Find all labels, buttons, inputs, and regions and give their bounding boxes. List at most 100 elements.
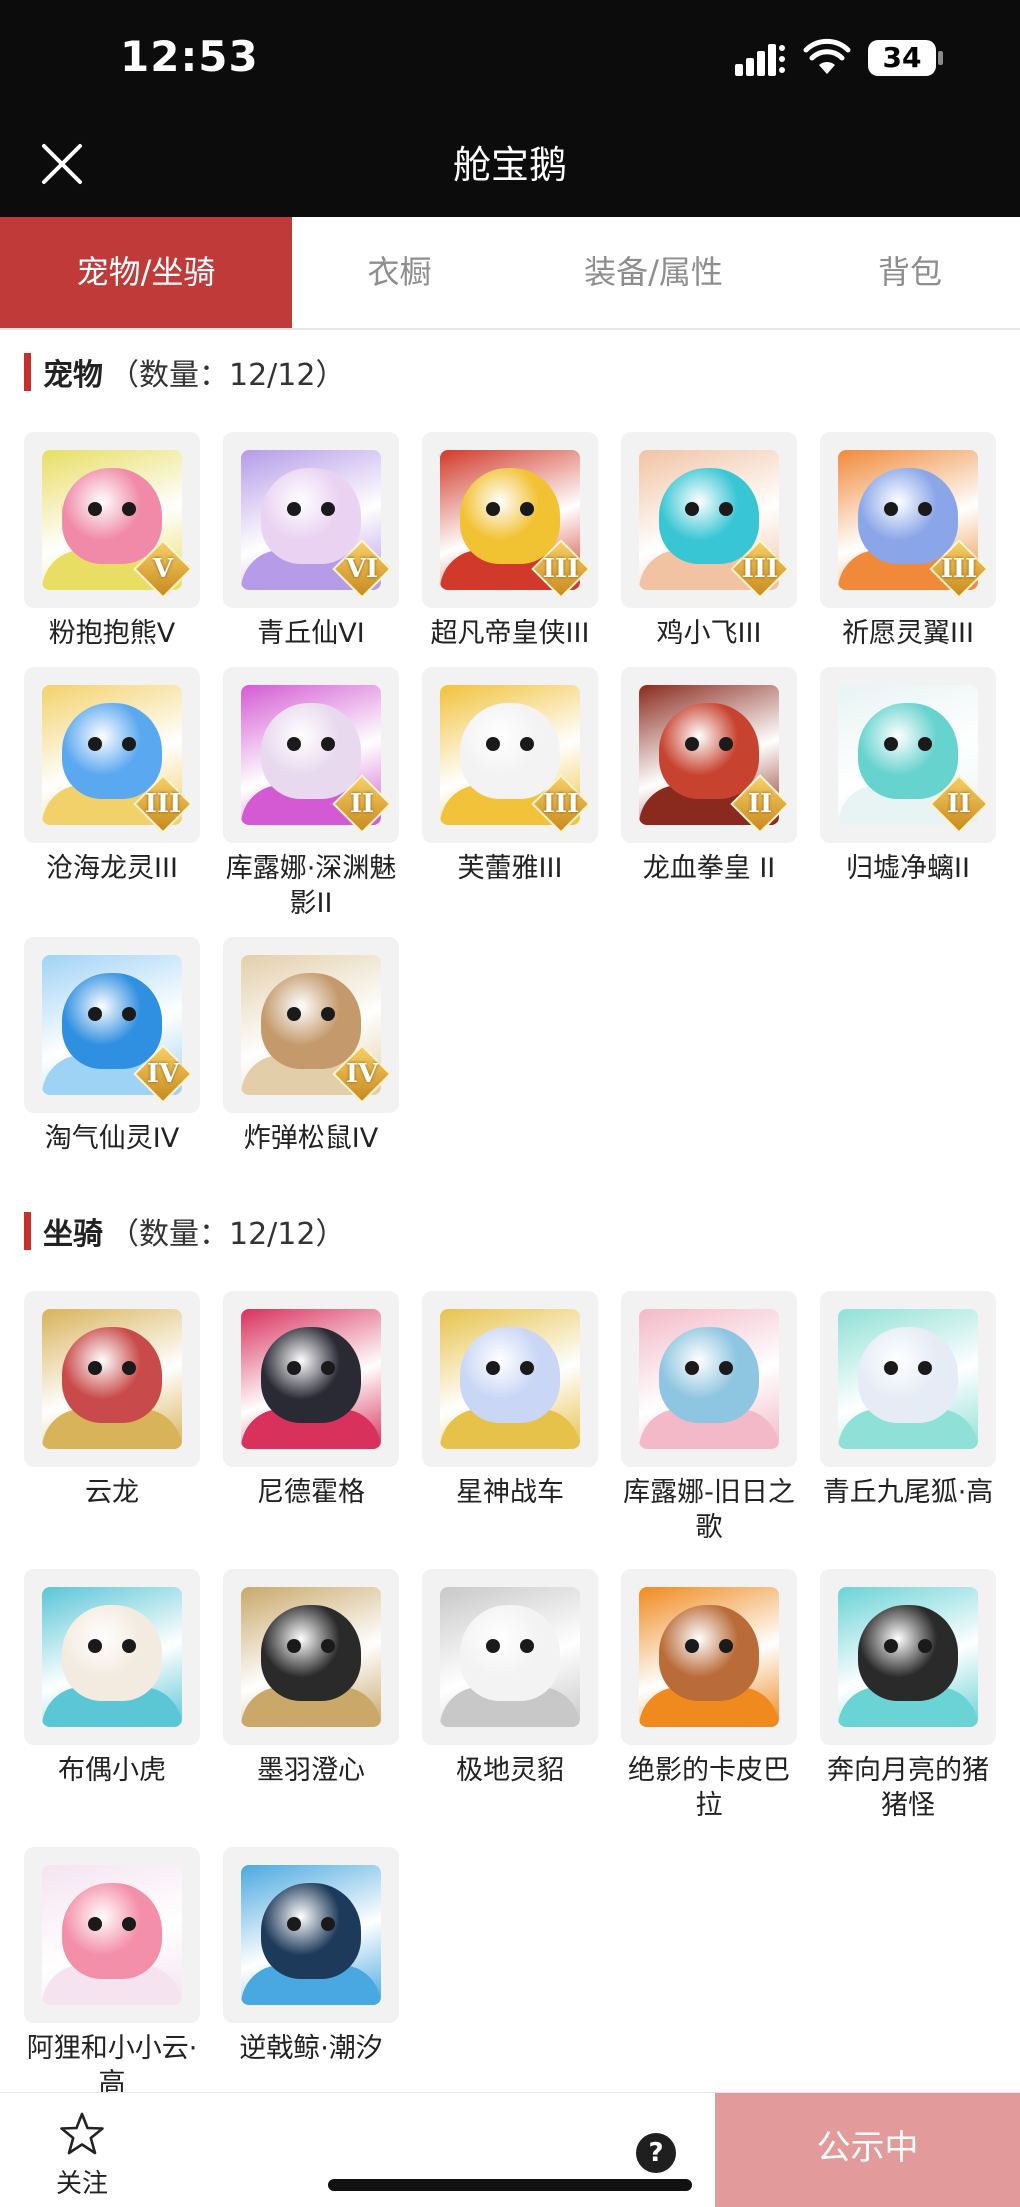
capybara-icon (639, 1587, 779, 1727)
item-thumbnail (621, 1291, 797, 1467)
feather-staff-icon (241, 1587, 381, 1727)
item-name: 归墟净螭II (846, 853, 970, 884)
mount-card[interactable]: 墨羽澄心 (223, 1569, 399, 1823)
mount-card[interactable]: 库露娜-旧日之歌 (621, 1291, 797, 1545)
pet-card[interactable]: II 库露娜·深渊魅影II (223, 667, 399, 921)
section-accent-bar (24, 1212, 31, 1250)
item-name: 布偶小虎 (58, 1755, 166, 1786)
pet-card[interactable]: III 沧海龙灵III (24, 667, 200, 921)
item-name: 龙血拳皇 II (642, 853, 776, 884)
item-thumbnail: III (621, 432, 797, 608)
item-thumbnail: V (24, 432, 200, 608)
tier-badge: III (531, 539, 591, 599)
pet-card[interactable]: V 粉抱抱熊Ⅴ (24, 432, 200, 651)
section-title: 坐骑 (43, 1217, 103, 1252)
item-thumbnail (24, 1291, 200, 1467)
wifi-icon (803, 38, 851, 74)
follow-button[interactable]: 关注 (40, 2105, 124, 2201)
item-name: 星神战车 (456, 1477, 564, 1508)
section-count: （数量：12/12） (109, 358, 346, 393)
pet-card[interactable]: IV 淘气仙灵IV (24, 937, 200, 1156)
item-name: 鸡小飞III (656, 618, 762, 649)
pet-card[interactable]: II 归墟净螭II (820, 667, 996, 921)
item-name: 青丘九尾狐·高 (822, 1477, 994, 1508)
kuluna-song-icon (639, 1309, 779, 1449)
item-thumbnail (24, 1847, 200, 2023)
page-title: 舱宝鹅 (452, 143, 567, 187)
mount-card[interactable]: 阿狸和小小云·高 (24, 1847, 200, 2101)
mounts-section-header: 坐骑 （数量：12/12） (24, 1211, 345, 1252)
item-thumbnail: III (24, 667, 200, 843)
tab-pets-mounts[interactable]: 宠物/坐骑 (0, 217, 292, 328)
item-thumbnail (223, 1291, 399, 1467)
mount-card[interactable]: 布偶小虎 (24, 1569, 200, 1823)
item-thumbnail: VI (223, 432, 399, 608)
pet-card[interactable]: III 鸡小飞III (621, 432, 797, 651)
mount-card[interactable]: 绝影的卡皮巴拉 (621, 1569, 797, 1823)
pet-card[interactable]: VI 青丘仙VI (223, 432, 399, 651)
tab-wardrobe[interactable]: 衣橱 (292, 217, 507, 328)
polar-marten-icon (440, 1587, 580, 1727)
mount-card[interactable]: 逆戟鲸·潮汐 (223, 1847, 399, 2101)
mount-card[interactable]: 极地灵貂 (422, 1569, 598, 1823)
item-thumbnail: III (422, 667, 598, 843)
item-name: 云龙 (85, 1477, 139, 1508)
item-thumbnail (223, 1569, 399, 1745)
item-name: 墨羽澄心 (257, 1755, 365, 1786)
ahri-cloud-icon (42, 1865, 182, 2005)
item-name: 极地灵貂 (456, 1755, 564, 1786)
nidhogg-icon (241, 1309, 381, 1449)
mount-card[interactable]: 奔向月亮的猪猪怪 (820, 1569, 996, 1823)
status-time: 12:53 (120, 32, 259, 81)
tier-badge: III (730, 539, 790, 599)
pet-card[interactable]: III 超凡帝皇侠III (422, 432, 598, 651)
item-thumbnail (223, 1847, 399, 2023)
item-thumbnail (820, 1569, 996, 1745)
signal-icon (735, 44, 785, 76)
item-name: 沧海龙灵III (46, 853, 178, 884)
item-name: 青丘仙VI (257, 618, 365, 649)
item-name: 尼德霍格 (257, 1477, 365, 1508)
tier-badge: III (133, 774, 193, 834)
mount-card[interactable]: 青丘九尾狐·高 (820, 1291, 996, 1545)
item-thumbnail: IV (24, 937, 200, 1113)
pet-card[interactable]: III 芙蕾雅III (422, 667, 598, 921)
public-notice-button[interactable]: 公示中 (715, 2093, 1020, 2207)
item-thumbnail (820, 1291, 996, 1467)
pet-card[interactable]: II 龙血拳皇 II (621, 667, 797, 921)
item-name: 炸弹松鼠IV (243, 1123, 379, 1154)
tab-equipment-attributes[interactable]: 装备/属性 (507, 217, 800, 328)
follow-label: 关注 (55, 2169, 108, 2199)
pets-grid: V 粉抱抱熊Ⅴ VI 青丘仙VI III 超凡帝皇侠III III 鸡小飞III III 祈愿灵翼… (24, 432, 1004, 1156)
item-thumbnail: II (820, 667, 996, 843)
plush-tiger-icon (42, 1587, 182, 1727)
home-indicator (328, 2179, 692, 2191)
mount-card[interactable]: 星神战车 (422, 1291, 598, 1545)
nine-tail-fox-icon (838, 1309, 978, 1449)
tab-backpack[interactable]: 背包 (800, 217, 1020, 328)
close-icon[interactable] (40, 142, 84, 186)
item-name: 逆戟鲸·潮汐 (239, 2033, 383, 2064)
tier-badge: IV (133, 1044, 193, 1104)
item-thumbnail: II (223, 667, 399, 843)
item-name: 祈愿灵翼III (842, 618, 974, 649)
tier-badge: II (929, 774, 989, 834)
mount-card[interactable]: 尼德霍格 (223, 1291, 399, 1545)
cloud-dragon-icon (42, 1309, 182, 1449)
tier-badge: III (531, 774, 591, 834)
section-title: 宠物 (43, 358, 103, 393)
item-name: 阿狸和小小云·高 (26, 2033, 198, 2099)
pets-section-header: 宠物 （数量：12/12） (24, 352, 346, 393)
section-accent-bar (24, 353, 31, 391)
tier-badge: II (332, 774, 392, 834)
orca-icon (241, 1865, 381, 2005)
item-name: 库露娜·深渊魅影II (225, 853, 397, 919)
mount-card[interactable]: 云龙 (24, 1291, 200, 1545)
tier-badge: VI (332, 539, 392, 599)
pet-card[interactable]: IV 炸弹松鼠IV (223, 937, 399, 1156)
mounts-grid: 云龙 尼德霍格 星神战车 库露娜-旧日之歌 青丘九尾狐·高布偶小虎 墨羽澄心 极地灵貂 绝影的… (24, 1291, 1004, 2101)
item-name: 粉抱抱熊Ⅴ (48, 618, 176, 649)
item-thumbnail (422, 1291, 598, 1467)
help-icon[interactable]: ? (636, 2133, 676, 2173)
pet-card[interactable]: III 祈愿灵翼III (820, 432, 996, 651)
